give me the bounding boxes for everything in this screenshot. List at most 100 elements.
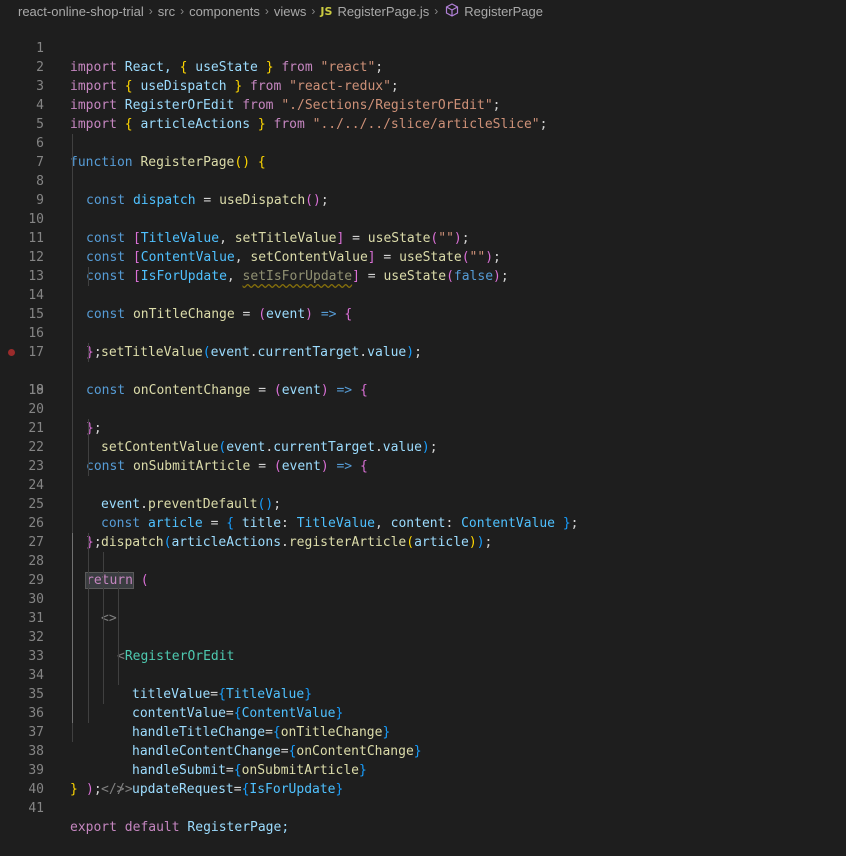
code-line[interactable]: 41 export default RegisterPage; [0,780,846,835]
indent-guide [72,685,73,704]
code-line[interactable]: 16 [0,305,846,341]
code-line[interactable]: 37 </> [0,704,846,797]
code-line[interactable]: 35 updateRequest={IsForUpdate} [0,666,846,797]
indent-guide [72,248,73,267]
breadcrumb-components[interactable]: components [189,4,260,19]
code-editor[interactable]: 1 import React, { useState } from "react… [0,20,846,835]
code-line[interactable]: 6 function RegisterPage() { [0,115,846,170]
indent-guide [72,552,73,571]
indent-guide [118,666,119,685]
code-line[interactable]: 29 <RegisterOrEdit [0,552,846,664]
breadcrumb: react-online-shop-trial › src › componen… [0,0,846,22]
indent-guide [72,381,73,400]
code-line[interactable]: 27 return ( [0,514,846,589]
breadcrumb-project[interactable]: react-online-shop-trial [18,4,144,19]
code-token: export [70,820,117,835]
indent-guide [72,723,73,742]
code-line[interactable]: 11 const [IsForUpdate, setIsForUpdate] =… [0,210,846,284]
code-line[interactable]: 38 ); [0,723,846,797]
breadcrumb-views[interactable]: views [274,4,307,19]
indent-guide [72,419,73,438]
indent-guide [72,590,73,609]
indent-guide [72,191,73,210]
indent-guide [88,267,89,286]
indent-guide [88,609,89,628]
code-line[interactable]: 25 }; [0,476,846,550]
indent-guide [72,495,73,514]
indent-guide [88,343,89,362]
indent-guide [88,704,89,723]
code-line[interactable]: 32 handleTitleChange={onTitleChange} [0,609,846,740]
indent-guide [103,666,104,685]
symbol-cube-icon [445,2,459,20]
code-token: RegisterPage; [179,820,290,835]
code-line[interactable]: 3 import RegisterOrEdit from "./Sections… [0,58,846,113]
code-line[interactable]: 15 }; [0,286,846,360]
indent-guide [103,609,104,628]
indent-guide [88,590,89,609]
breadcrumb-symbol[interactable]: RegisterPage [464,4,543,19]
code-line[interactable]: 21 const onSubmitArticle = (event) => { [0,400,846,474]
code-line[interactable]: 30 titleValue={TitleValue} [0,571,846,702]
indent-guide [88,457,89,476]
code-line[interactable]: 12 [0,229,846,265]
indent-guide [72,134,73,153]
indent-guide [72,324,73,343]
code-line[interactable]: 1 import React, { useState } from "react… [0,20,846,75]
code-token: default [124,820,180,835]
code-line[interactable]: 20 [0,381,846,417]
code-line[interactable]: 33 handleContentChange={onContentChange} [0,628,846,759]
indent-guide [72,476,73,495]
code-line[interactable]: 23 const article = { title: TitleValue, … [0,438,846,531]
chevron-right-icon: › [311,4,316,18]
indent-guide [88,552,89,571]
line-number: 41 [28,801,44,816]
code-line[interactable]: 8 [0,153,846,189]
breadcrumb-src[interactable]: src [158,4,175,19]
indent-guide [118,628,119,647]
indent-guide [72,457,73,476]
indent-guide [103,628,104,647]
breakpoint-icon[interactable] [8,349,15,356]
code-line[interactable]: 2 import { useDispatch } from "react-red… [0,39,846,94]
chevron-right-icon: › [264,4,269,18]
code-line[interactable]: 5 [0,96,846,132]
indent-guide [72,628,73,647]
code-line[interactable]: 31 contentValue={ContentValue} [0,590,846,721]
indent-guide [118,571,119,590]
code-line[interactable]: 39 } [0,742,846,797]
indent-guide [72,704,73,723]
code-line[interactable]: 26 [0,495,846,531]
indent-guide [72,305,73,324]
code-line[interactable]: 17 const onContentChange = (event) => { [0,324,846,398]
code-line[interactable]: 24 dispatch(articleActions.registerArtic… [0,457,846,550]
indent-guide [72,286,73,305]
breadcrumb-file[interactable]: RegisterPage.js [337,4,429,19]
code-line[interactable]: 14 setTitleValue(event.currentTarget.val… [0,267,846,360]
code-line[interactable]: 18 setContentValue(event.currentTarget.v… [0,343,846,455]
code-line[interactable]: 22 event.preventDefault(); [0,419,846,512]
indent-guide [118,590,119,609]
code-line[interactable]: 13 const onTitleChange = (event) => { [0,248,846,322]
code-line[interactable]: 4 import { articleActions } from "../../… [0,77,846,132]
code-line[interactable]: 34 handleSubmit={onSubmitArticle} [0,647,846,778]
code-line[interactable]: 9 const [TitleValue, setTitleValue] = us… [0,172,846,246]
chevron-right-icon: › [434,4,439,18]
indent-guide [88,571,89,590]
indent-guide [72,609,73,628]
indent-guide [72,172,73,191]
code-line[interactable]: 40 [0,761,846,797]
js-file-icon: JS [320,4,333,18]
code-line[interactable]: 36 /> [0,685,846,797]
indent-guide [72,400,73,419]
indent-guide [118,647,119,666]
indent-guide [88,647,89,666]
code-line[interactable]: 28 <> [0,533,846,626]
code-line[interactable]: 7 const dispatch = useDispatch(); [0,134,846,208]
code-line[interactable]: 10 const [ContentValue, setContentValue]… [0,191,846,265]
indent-guide [103,590,104,609]
code-line[interactable]: 19 }; [0,362,846,436]
indent-guide [88,533,89,552]
chevron-right-icon: › [180,4,185,18]
